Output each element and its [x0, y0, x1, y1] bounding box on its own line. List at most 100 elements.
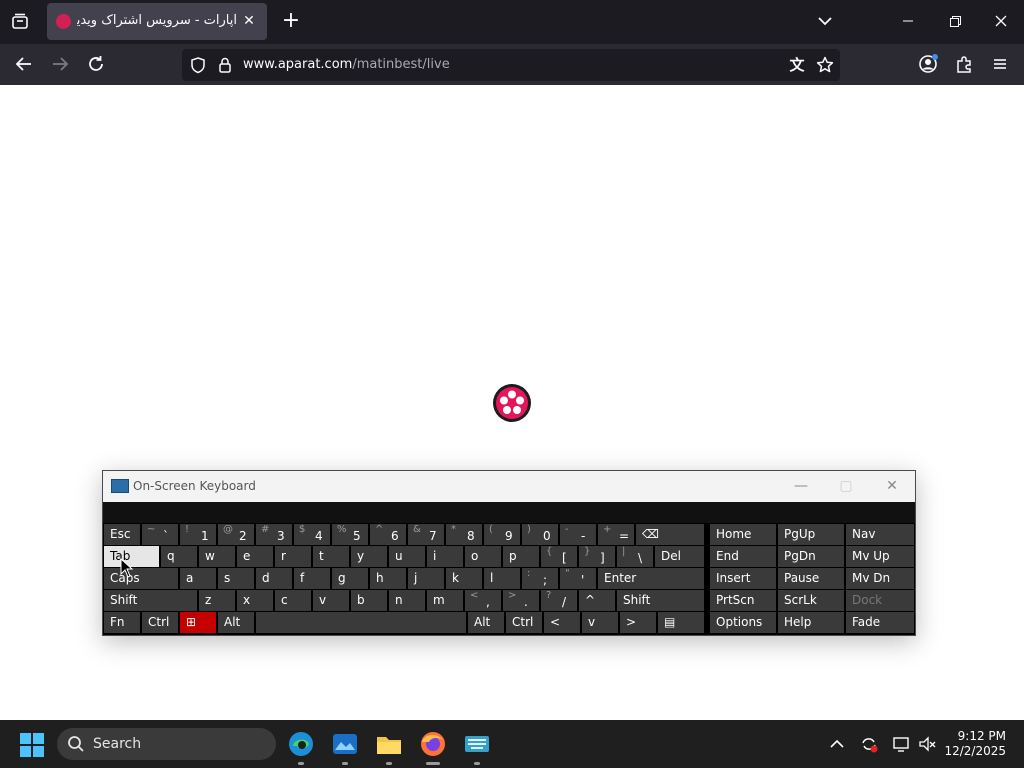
start-windows-icon[interactable] [18, 728, 50, 760]
key-q[interactable]: q [161, 546, 197, 567]
key-ctrl[interactable]: Ctrl [142, 612, 178, 633]
network-icon[interactable] [891, 734, 911, 754]
key-shift[interactable]: Shift [104, 590, 197, 611]
minimize-window-icon[interactable] [898, 11, 918, 31]
tab-close-icon[interactable]: ✕ [239, 11, 259, 31]
key-2[interactable]: @2 [218, 524, 254, 545]
key-scrlk[interactable]: ScrLk [778, 590, 844, 611]
key-s[interactable]: s [218, 568, 254, 589]
key-[interactable]: -- [560, 524, 596, 545]
key-8[interactable]: * 8 [446, 524, 482, 545]
key-f[interactable]: f [294, 568, 330, 589]
key-v[interactable]: v [313, 590, 349, 611]
volume-muted-icon[interactable] [917, 734, 937, 754]
key-u[interactable]: u [389, 546, 425, 567]
key-e[interactable]: e [237, 546, 273, 567]
key-d[interactable]: d [256, 568, 292, 589]
key-[interactable]: ▤ [658, 612, 704, 633]
key-mv-dn[interactable]: Mv Dn [846, 568, 914, 589]
key-[interactable]: <, [465, 590, 501, 611]
key-enter[interactable]: Enter [598, 568, 704, 589]
key-nav[interactable]: Nav [846, 524, 914, 545]
key-x[interactable]: x [237, 590, 273, 611]
key-[interactable]: " ' [560, 568, 596, 589]
key-n[interactable]: n [389, 590, 425, 611]
key-[interactable]: {[ [541, 546, 577, 567]
key-pgdn[interactable]: PgDn [778, 546, 844, 567]
key-k[interactable]: k [446, 568, 482, 589]
show-hidden-icons-chevron-icon[interactable] [828, 735, 846, 753]
osk-minimize-icon[interactable]: — [786, 476, 816, 496]
key-m[interactable]: m [427, 590, 463, 611]
key-[interactable]: >. [503, 590, 539, 611]
key-[interactable]: }] [579, 546, 615, 567]
key-[interactable]: ⊞ [180, 612, 216, 633]
key-options[interactable]: Options [710, 612, 776, 633]
address-bar[interactable]: www.aparat.com/matinbest/live 文 [182, 49, 840, 81]
key-fade[interactable]: Fade [846, 612, 914, 633]
restore-window-icon[interactable] [945, 11, 965, 31]
key-y[interactable]: y [351, 546, 387, 567]
photos-app-icon[interactable] [329, 728, 361, 760]
close-window-icon[interactable] [991, 11, 1011, 31]
reload-icon[interactable] [85, 53, 107, 75]
key-[interactable]: < [544, 612, 580, 633]
key-1[interactable]: ! 1 [180, 524, 216, 545]
key-7[interactable]: & 7 [408, 524, 444, 545]
edge-browser-icon[interactable] [285, 728, 317, 760]
key-space[interactable] [256, 612, 466, 633]
key-[interactable]: :; [522, 568, 558, 589]
tab-list-icon[interactable] [8, 10, 32, 34]
back-icon[interactable] [13, 53, 35, 75]
sync-status-icon[interactable] [859, 734, 879, 754]
key-caps[interactable]: Caps [104, 568, 178, 589]
key-insert[interactable]: Insert [710, 568, 776, 589]
list-all-tabs-icon[interactable] [815, 11, 835, 31]
key-h[interactable]: h [370, 568, 406, 589]
app-menu-icon[interactable] [989, 53, 1011, 75]
key-end[interactable]: End [710, 546, 776, 567]
active-tab[interactable]: آپارات - سرویس اشتراک ویدیو ✕ [47, 3, 267, 40]
taskbar-search-box[interactable]: Search [57, 728, 276, 760]
forward-icon[interactable] [49, 53, 71, 75]
key-[interactable]: ~ ` [142, 524, 178, 545]
key-z[interactable]: z [199, 590, 235, 611]
key-mv-up[interactable]: Mv Up [846, 546, 914, 567]
osk-close-icon[interactable]: ✕ [877, 476, 907, 496]
key-[interactable]: ? / [541, 590, 577, 611]
key-p[interactable]: p [503, 546, 539, 567]
key-alt[interactable]: Alt [468, 612, 504, 633]
key-r[interactable]: r [275, 546, 311, 567]
key-t[interactable]: t [313, 546, 349, 567]
key-[interactable]: ⌫ [636, 524, 704, 545]
key-w[interactable]: w [199, 546, 235, 567]
key-v[interactable]: v [582, 612, 618, 633]
key-ctrl[interactable]: Ctrl [506, 612, 542, 633]
lock-icon[interactable] [216, 56, 234, 74]
key-shift[interactable]: Shift [617, 590, 704, 611]
key-4[interactable]: $4 [294, 524, 330, 545]
firefox-icon[interactable] [417, 728, 449, 760]
key-l[interactable]: l [484, 568, 520, 589]
key-[interactable]: > [620, 612, 656, 633]
key-o[interactable]: o [465, 546, 501, 567]
url-text[interactable]: www.aparat.com/matinbest/live [243, 57, 450, 72]
key-esc[interactable]: Esc [104, 524, 140, 545]
extensions-icon[interactable] [953, 53, 975, 75]
key-5[interactable]: % 5 [332, 524, 368, 545]
tracking-protection-shield-icon[interactable] [189, 56, 207, 74]
key-[interactable]: + = [598, 524, 634, 545]
on-screen-keyboard-taskbar-icon[interactable] [461, 728, 493, 760]
osk-title-bar[interactable]: On-Screen Keyboard — ▢ ✕ [103, 471, 915, 502]
key-help[interactable]: Help [778, 612, 844, 633]
account-icon[interactable] [917, 53, 939, 75]
key-0[interactable]: ) 0 [522, 524, 558, 545]
key-alt[interactable]: Alt [218, 612, 254, 633]
key-fn[interactable]: Fn [104, 612, 140, 633]
key-b[interactable]: b [351, 590, 387, 611]
translate-icon[interactable]: 文 [787, 55, 807, 75]
new-tab-icon[interactable]: + [279, 9, 303, 33]
key-pause[interactable]: Pause [778, 568, 844, 589]
osk-maximize-icon[interactable]: ▢ [831, 476, 861, 496]
key-c[interactable]: c [275, 590, 311, 611]
